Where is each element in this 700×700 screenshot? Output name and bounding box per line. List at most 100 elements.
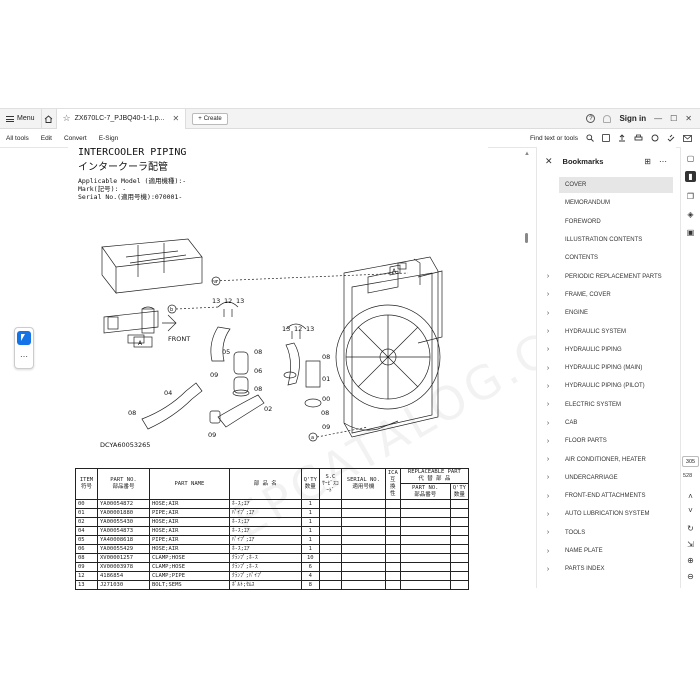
print-icon[interactable]	[634, 134, 643, 142]
close-panel-icon[interactable]: ✕	[545, 156, 553, 167]
save-icon[interactable]	[602, 134, 610, 142]
bookmark-item[interactable]: › AIR CONDITIONER, HEATER	[537, 450, 677, 468]
bookmark-item[interactable]: › NAME PLATE	[537, 542, 677, 560]
close-window-icon[interactable]: ✕	[685, 114, 692, 123]
cell-name: PIPE;AIR	[148, 508, 230, 518]
toolbar-convert[interactable]: Convert	[58, 135, 93, 142]
chevron-right-icon[interactable]: ›	[537, 273, 559, 280]
layers-icon[interactable]: ◈	[685, 209, 696, 220]
zoom-in-icon[interactable]: ⊕	[685, 555, 696, 566]
close-tab-icon[interactable]: ✕	[172, 114, 179, 123]
cell-jp: ﾎ-ｽ;ｴｱ	[228, 526, 302, 536]
pages-icon[interactable]: ❐	[685, 191, 696, 202]
home-icon[interactable]	[40, 108, 57, 129]
share-link-icon[interactable]	[667, 134, 675, 142]
chevron-right-icon[interactable]: ›	[537, 548, 559, 555]
bookmark-item[interactable]: MEMORANDUM	[537, 194, 677, 212]
cell-qty: 1	[300, 517, 320, 527]
chevron-right-icon[interactable]: ›	[537, 474, 559, 481]
chevron-right-icon[interactable]: ›	[537, 529, 559, 536]
bookmark-item[interactable]: › FRAME, COVER	[537, 286, 677, 304]
find-text-label[interactable]: Find text or tools	[530, 135, 578, 142]
toolbar-all-tools[interactable]: All tools	[0, 135, 35, 142]
bookmark-label: HYDRAULIC PIPING (PILOT)	[565, 383, 645, 390]
star-icon[interactable]: ☆	[63, 113, 71, 124]
upload-icon[interactable]	[618, 134, 626, 142]
menu-button[interactable]: Menu	[0, 109, 41, 129]
current-page-input[interactable]: 305	[682, 456, 699, 467]
bookmark-item[interactable]: › AUTO LUBRICATION SYSTEM	[537, 505, 677, 523]
bookmark-item[interactable]: › HYDRAULIC PIPING	[537, 341, 677, 359]
cell-item: 06	[75, 544, 98, 554]
select-cursor-icon[interactable]	[17, 331, 31, 345]
svg-text:02: 02	[264, 405, 272, 413]
toolbar-edit[interactable]: Edit	[35, 135, 58, 142]
bookmark-item[interactable]: › HYDRAULIC SYSTEM	[537, 322, 677, 340]
bookmark-item[interactable]: › CAB	[537, 414, 677, 432]
bookmark-item[interactable]: ILLUSTRATION CONTENTS	[537, 231, 677, 249]
chevron-right-icon[interactable]: ›	[537, 438, 559, 445]
more-options-icon[interactable]: ⋯	[659, 157, 667, 166]
bookmark-item[interactable]: › UNDERCARRIAGE	[537, 469, 677, 487]
scroll-thumb[interactable]	[525, 233, 528, 243]
mail-icon[interactable]	[683, 134, 692, 142]
add-bookmark-icon[interactable]: ⊞	[644, 157, 651, 166]
bookmark-item[interactable]: › HYDRAULIC PIPING (MAIN)	[537, 359, 677, 377]
chevron-right-icon[interactable]: ›	[537, 310, 559, 317]
col-qty: Q'TY 数量	[300, 468, 320, 500]
zoom-out-icon[interactable]: ⊖	[685, 571, 696, 582]
bookmark-item[interactable]: COVER	[537, 176, 677, 194]
chevron-right-icon[interactable]: ›	[537, 328, 559, 335]
bookmark-item[interactable]: › FLOOR PARTS	[537, 432, 677, 450]
cell-jp: ﾎ-ｽ;ｴｱ	[228, 544, 302, 554]
bookmark-item[interactable]: FOREWORD	[537, 213, 677, 231]
chevron-right-icon[interactable]: ›	[537, 493, 559, 500]
bookmark-item[interactable]: › FRONT-END ATTACHMENTS	[537, 487, 677, 505]
bookmark-item[interactable]: › HYDRAULIC PIPING (PILOT)	[537, 377, 677, 395]
bookmark-item[interactable]: › PERIODIC REPLACEMENT PARTS	[537, 267, 677, 285]
help-icon[interactable]: ?	[586, 114, 596, 123]
cell-jp: ｸﾗﾝﾌﾟ;ﾎ-ｽ	[228, 562, 302, 572]
chevron-right-icon[interactable]: ›	[537, 346, 559, 353]
toolbar-esign[interactable]: E-Sign	[93, 135, 125, 142]
create-button[interactable]: + Create	[192, 112, 228, 125]
bookmark-item[interactable]: › TOOLS	[537, 524, 677, 542]
bookmark-label: ENGINE	[565, 310, 589, 317]
chevron-right-icon[interactable]: ›	[537, 383, 559, 390]
chevron-right-icon[interactable]: ›	[537, 456, 559, 463]
scroll-up-icon[interactable]: ▲	[524, 151, 530, 157]
document-scrollbar[interactable]: ▲	[524, 147, 530, 588]
lock-icon[interactable]: ▣	[685, 227, 696, 238]
chevron-right-icon[interactable]: ›	[537, 401, 559, 408]
ai-assistant-icon[interactable]	[651, 134, 659, 142]
more-tools-icon[interactable]: ⋯	[20, 352, 28, 361]
chevron-right-icon[interactable]: ›	[537, 291, 559, 298]
bookmark-label: HYDRAULIC PIPING (MAIN)	[565, 365, 643, 372]
bookmark-item[interactable]: CONTENTS	[537, 249, 677, 267]
bookmark-label: HYDRAULIC SYSTEM	[565, 328, 627, 335]
sign-in-button[interactable]: Sign in	[619, 114, 646, 123]
maximize-icon[interactable]: ☐	[670, 114, 677, 123]
table-row: 06 YA00055429 HOSE;AIR ﾎ-ｽ;ｴｱ 1	[75, 544, 470, 554]
page-up-icon[interactable]: ˄	[685, 491, 696, 502]
bookmark-item[interactable]: › PARTS INDEX	[537, 560, 677, 578]
minimize-icon[interactable]: —	[654, 114, 662, 123]
chevron-right-icon[interactable]: ›	[537, 566, 559, 573]
table-row: 01 YA00001880 PIPE;AIR ﾊﾟｲﾌﾟ;ｴｱ 1	[75, 508, 470, 518]
bookmark-label: ILLUSTRATION CONTENTS	[565, 237, 643, 244]
document-tab[interactable]: ☆ ZX670LC-7_PJBQ40-1-1.p... ✕	[56, 108, 187, 129]
svg-text:08: 08	[128, 409, 136, 417]
chevron-right-icon[interactable]: ›	[537, 420, 559, 427]
page-down-icon[interactable]: ˅	[685, 505, 696, 516]
chevron-right-icon[interactable]: ›	[537, 511, 559, 518]
rotate-icon[interactable]: ↻	[685, 523, 696, 534]
bookmark-panel-icon[interactable]: ▮	[685, 171, 696, 182]
search-icon[interactable]	[586, 134, 594, 142]
comment-icon[interactable]: ▢	[685, 153, 696, 164]
bell-icon[interactable]	[603, 114, 612, 123]
bookmark-item[interactable]: › ENGINE	[537, 304, 677, 322]
chevron-right-icon[interactable]: ›	[537, 365, 559, 372]
bookmark-item[interactable]: › ELECTRIC SYSTEM	[537, 396, 677, 414]
fit-page-icon[interactable]: ⇲	[685, 539, 696, 550]
col-part-no: PART NO. 部品番号	[96, 468, 150, 500]
